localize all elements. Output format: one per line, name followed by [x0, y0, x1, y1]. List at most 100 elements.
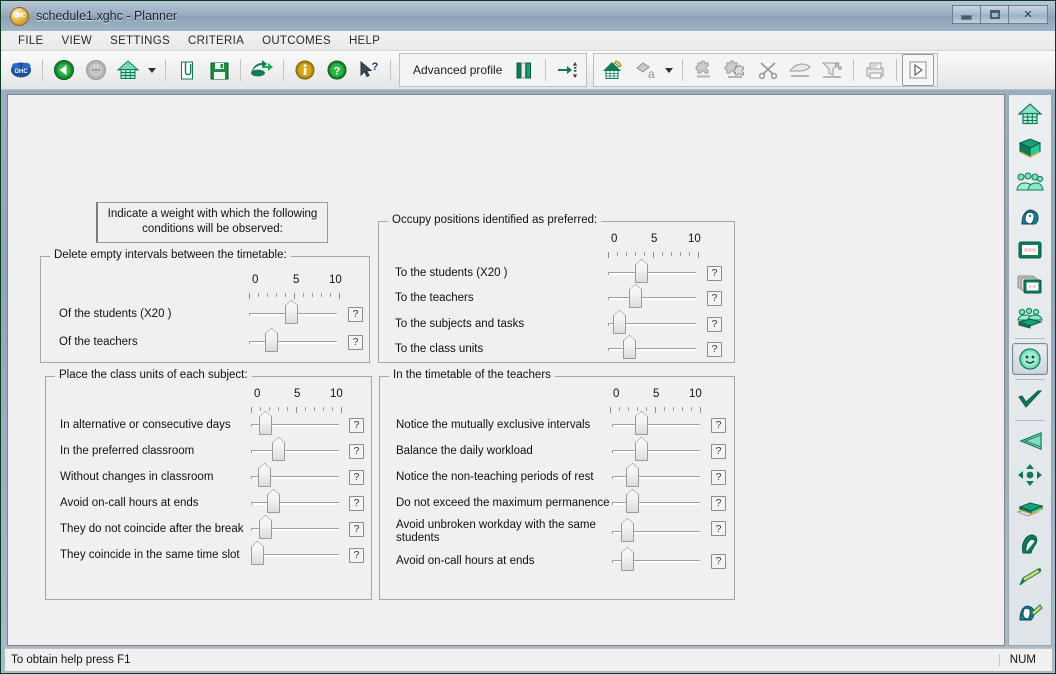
help-button[interactable]: ? — [349, 547, 364, 563]
menu-settings[interactable]: SETTINGS — [101, 33, 179, 49]
help-button[interactable]: ? — [711, 495, 726, 511]
slider-thumb[interactable] — [635, 442, 648, 461]
help-button[interactable]: ? — [349, 417, 364, 433]
slider-thumb[interactable] — [258, 468, 271, 487]
menu-view[interactable]: VIEW — [53, 33, 102, 49]
chevron-down-icon[interactable] — [665, 67, 674, 73]
slider-thumb[interactable] — [251, 546, 264, 565]
sidebar-item-classroom[interactable] — [1012, 234, 1048, 266]
help-button[interactable]: ? — [349, 495, 364, 511]
slider-thumb[interactable] — [265, 333, 278, 352]
slider-thumb[interactable] — [626, 468, 639, 487]
help-button[interactable]: ? — [711, 469, 726, 485]
slider-thumb[interactable] — [259, 416, 272, 435]
eraser-a-icon[interactable]: a — [629, 54, 661, 86]
slider-thumb[interactable] — [635, 416, 648, 435]
weight-slider[interactable] — [608, 263, 696, 283]
weight-slider[interactable] — [249, 304, 337, 324]
books-icon[interactable] — [508, 54, 540, 86]
slider-thumb[interactable] — [623, 340, 636, 359]
weight-slider[interactable] — [608, 339, 696, 359]
help-button[interactable]: ? — [707, 316, 722, 332]
chevron-down-icon[interactable] — [148, 67, 156, 73]
menu-file[interactable]: FILE — [9, 33, 53, 49]
help-button[interactable]: ? — [707, 290, 722, 306]
slider-thumb[interactable] — [621, 523, 634, 542]
help-circle-icon[interactable]: ? — [321, 54, 353, 86]
minimize-button[interactable] — [952, 5, 981, 24]
weight-slider[interactable] — [612, 522, 700, 542]
hand-icon[interactable] — [784, 54, 816, 86]
weight-slider[interactable] — [608, 288, 696, 308]
help-button[interactable]: ? — [707, 265, 722, 281]
weight-slider[interactable] — [612, 441, 700, 461]
weight-slider[interactable] — [249, 332, 337, 352]
slider-thumb[interactable] — [626, 494, 639, 513]
sidebar-item-edit[interactable] — [1012, 561, 1048, 593]
slider-thumb[interactable] — [272, 442, 285, 461]
sidebar-item-validate[interactable] — [1012, 384, 1048, 416]
home-paint-icon[interactable] — [597, 54, 629, 86]
sidebar-item-criteria[interactable] — [1012, 343, 1048, 375]
help-button[interactable]: ? — [711, 553, 726, 569]
home-icon[interactable] — [112, 54, 144, 86]
help-button[interactable]: ? — [711, 521, 726, 536]
weight-slider[interactable] — [251, 415, 339, 435]
help-button[interactable]: ? — [348, 306, 363, 322]
sidebar-item-classrooms[interactable] — [1012, 268, 1048, 300]
close-button[interactable]: ✕ — [1008, 5, 1048, 24]
help-button[interactable]: ? — [711, 443, 726, 459]
forward-arrow-icon[interactable] — [80, 54, 112, 86]
sidebar-item-class-units[interactable] — [1012, 302, 1048, 334]
play-icon[interactable] — [902, 54, 935, 86]
help-button[interactable]: ? — [349, 469, 364, 485]
maximize-button[interactable] — [980, 5, 1009, 24]
sidebar-item-person-edit[interactable] — [1012, 595, 1048, 627]
menu-outcomes[interactable]: OUTCOMES — [253, 33, 340, 49]
context-help-icon[interactable]: ? — [353, 54, 385, 86]
slider-thumb[interactable] — [259, 520, 272, 539]
help-button[interactable]: ? — [707, 341, 722, 357]
back-arrow-icon[interactable] — [48, 54, 80, 86]
weight-slider[interactable] — [608, 314, 696, 334]
save-icon[interactable] — [203, 54, 235, 86]
scissors-icon[interactable] — [752, 54, 784, 86]
sidebar-item-subjects[interactable] — [1012, 132, 1048, 164]
weight-slider[interactable] — [251, 519, 339, 539]
weight-slider[interactable] — [612, 467, 700, 487]
help-button[interactable]: ? — [711, 417, 726, 433]
sidebar-item-groups[interactable] — [1012, 166, 1048, 198]
funnel-icon[interactable] — [816, 54, 848, 86]
slider-thumb[interactable] — [285, 305, 298, 324]
sidebar-item-hand[interactable] — [1012, 527, 1048, 559]
weight-slider[interactable] — [251, 493, 339, 513]
help-button[interactable]: ? — [349, 521, 364, 537]
weight-slider[interactable] — [612, 551, 700, 571]
sidebar-item-announce[interactable] — [1012, 425, 1048, 457]
weight-slider[interactable] — [251, 467, 339, 487]
sidebar-item-library[interactable] — [1012, 493, 1048, 525]
weight-slider[interactable] — [251, 545, 339, 565]
puzzle-pieces-icon[interactable] — [720, 54, 752, 86]
print-icon[interactable] — [859, 54, 891, 86]
sidebar-item-move[interactable] — [1012, 459, 1048, 491]
menu-help[interactable]: HELP — [340, 33, 389, 49]
open-file-icon[interactable] — [171, 54, 203, 86]
slider-thumb[interactable] — [267, 494, 280, 513]
menu-criteria[interactable]: CRITERIA — [179, 33, 253, 49]
slider-thumb[interactable] — [613, 315, 626, 334]
weight-slider[interactable] — [612, 493, 700, 513]
weight-slider[interactable] — [612, 415, 700, 435]
slider-thumb[interactable] — [629, 289, 642, 308]
ghc-logo-icon[interactable]: GHC — [5, 54, 37, 86]
export-icon[interactable] — [246, 54, 278, 86]
sidebar-item-teacher[interactable] — [1012, 200, 1048, 232]
slider-thumb[interactable] — [635, 264, 648, 283]
help-button[interactable]: ? — [349, 443, 364, 459]
sidebar-item-home[interactable] — [1012, 98, 1048, 130]
slider-thumb[interactable] — [621, 552, 634, 571]
help-button[interactable]: ? — [348, 334, 363, 350]
sort-arrow-icon[interactable] — [551, 54, 583, 86]
weight-slider[interactable] — [251, 441, 339, 461]
puzzle-piece-icon[interactable] — [688, 54, 720, 86]
